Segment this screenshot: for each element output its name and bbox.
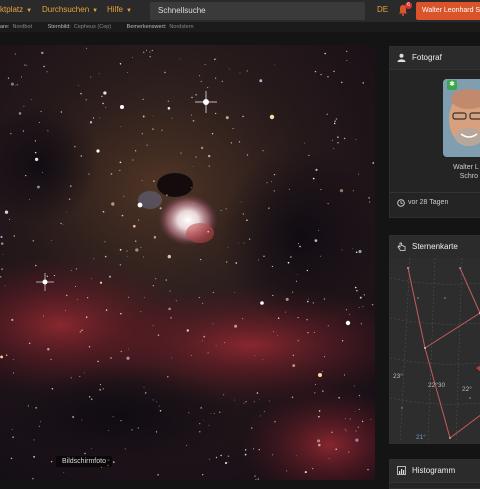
nebula-image-graphic	[0, 45, 375, 480]
notification-count-badge: 6	[405, 2, 412, 9]
histogram-panel: Histogramm	[389, 459, 480, 489]
map-label: 23°	[393, 373, 403, 380]
map-label: 21°	[416, 434, 426, 441]
photographer-name[interactable]: Walter L Schro	[453, 163, 479, 181]
histogram-panel-title: Histogramm	[412, 466, 456, 475]
chevron-down-icon: ▼	[26, 8, 33, 14]
nav-browse-label: Durchsuchen	[42, 5, 90, 14]
online-badge-icon: ✱	[447, 80, 457, 90]
nav-marketplace-label: ktplatz	[0, 5, 24, 14]
map-label: 22°30	[428, 382, 446, 389]
chevron-down-icon: ▼	[126, 8, 132, 14]
top-navigation-bar: ktplatz ▼ Durchsuchen ▼ Hilfe ▼ Schnellsuch…	[0, 0, 480, 22]
photographer-name-line2: Schro	[459, 173, 479, 180]
user-menu-button[interactable]: Walter Leonhard S	[416, 2, 480, 20]
nav-help-label: Hilfe	[107, 5, 124, 14]
starmap-panel-title: Sternenkarte	[412, 242, 458, 251]
photographer-time-footer: vor 28 Tagen	[390, 192, 480, 212]
bar-chart-icon	[397, 466, 406, 475]
chevron-down-icon: ▼	[92, 8, 99, 14]
nav-help-menu[interactable]: Hilfe ▼	[107, 5, 132, 14]
clock-icon	[397, 199, 405, 207]
quick-search-label: Schnellsuche	[158, 6, 206, 15]
info-item: are: Nordbot	[0, 24, 33, 30]
photographer-panel-header: Fotograf	[390, 47, 480, 70]
map-label: 22°	[462, 386, 472, 393]
star-chart[interactable]: 23° 22°30 22° 21°	[390, 258, 480, 443]
photographer-name-line1: Walter L	[453, 164, 479, 171]
hand-pointer-icon	[397, 242, 406, 251]
photographer-panel: Fotograf ✱ Walter L Schro vor 28 Tagen	[389, 46, 480, 218]
language-selector[interactable]: DE	[377, 5, 388, 14]
screenshot-caption: Bildschirmfoto	[56, 456, 112, 467]
nav-marketplace-menu[interactable]: ktplatz ▼	[0, 5, 32, 14]
photographer-panel-title: Fotograf	[412, 53, 442, 62]
avatar-photo	[443, 79, 480, 157]
info-item: Sternbild: Cepheus (Cep)	[47, 24, 112, 30]
user-icon	[397, 53, 406, 62]
starmap-panel-header: Sternenkarte	[390, 236, 480, 259]
starmap-panel: Sternenkarte 23° 22°30 22° 21°	[389, 235, 480, 444]
star-chart-graphic	[390, 258, 480, 443]
nav-browse-menu[interactable]: Durchsuchen ▼	[42, 5, 98, 14]
info-item: Bemerkenswert: Nordstern	[126, 24, 194, 30]
avatar[interactable]	[443, 79, 480, 157]
quick-search-input[interactable]: Schnellsuche	[150, 2, 365, 20]
astrophoto-image[interactable]	[0, 45, 375, 480]
image-info-bar: are: Nordbot Sternbild: Cepheus (Cep) Beme…	[0, 22, 480, 32]
upload-time: vor 28 Tagen	[408, 199, 449, 206]
